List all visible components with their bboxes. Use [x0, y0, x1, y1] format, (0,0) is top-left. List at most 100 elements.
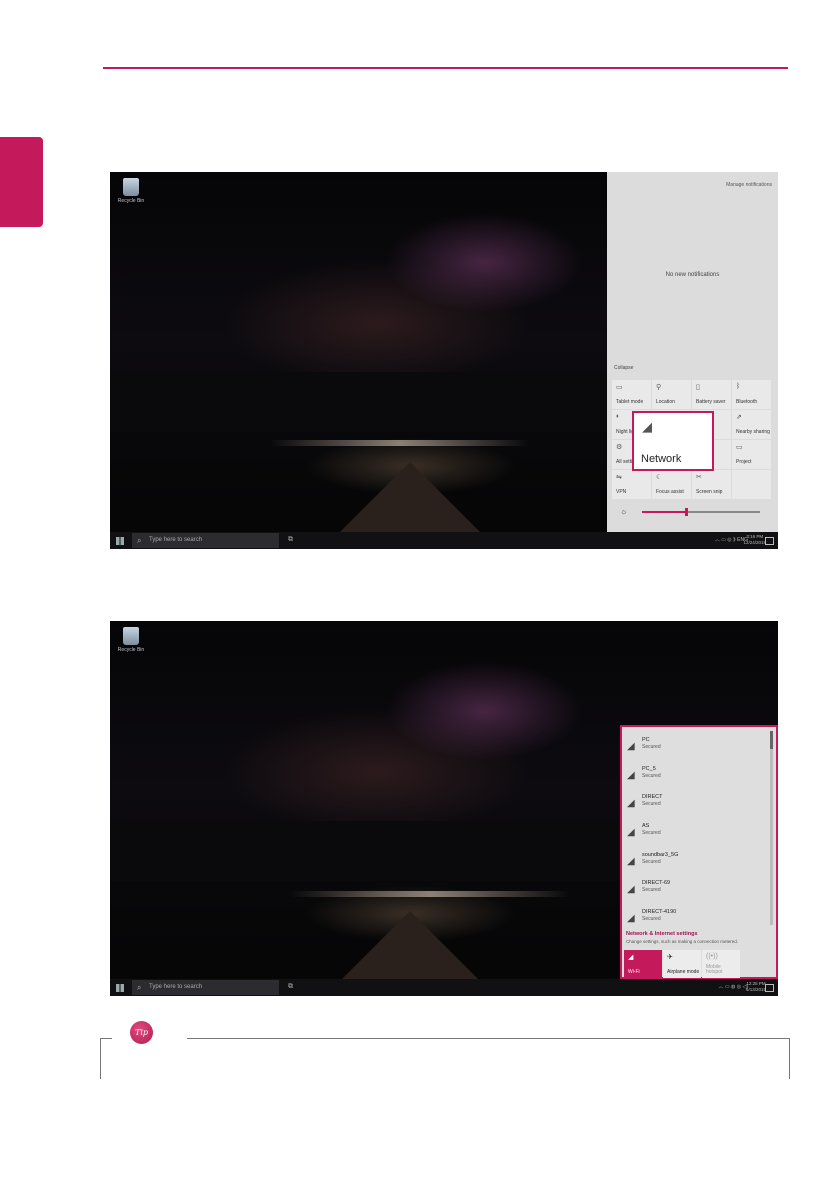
wifi-toggle-label: Wi-Fi: [628, 969, 640, 975]
wifi-signal-icon: ◢: [627, 827, 635, 839]
brightness-fill: [642, 511, 686, 513]
taskbar: ⌕ Type here to search ⧉ ︿ ▭ ◍ ◎ ◁) 12:25…: [110, 979, 778, 996]
network-name: DIRECT-69: [642, 880, 671, 887]
wifi-signal-icon: ◢: [627, 769, 635, 781]
wallpaper-horizon: [290, 891, 570, 897]
quick-action-tile[interactable]: ☾ Focus assist: [652, 470, 691, 499]
taskbar-search-box[interactable]: ⌕ Type here to search: [132, 980, 279, 995]
quick-action-tile-label: VPN: [616, 489, 627, 495]
brightness-slider[interactable]: ☼: [620, 507, 770, 517]
brightness-icon: ☼: [620, 507, 628, 516]
clock-date: 6/13/2019: [745, 987, 766, 992]
network-settings-desc: Change settings, such as making a connec…: [626, 939, 739, 944]
task-view-icon[interactable]: ⧉: [288, 983, 293, 991]
taskbar: ⌕ Type here to search ⧉ ︿ ▭ ◎ ⟫ ENG 3:16…: [110, 532, 778, 549]
network-status: Secured: [642, 801, 661, 808]
quick-action-tile[interactable]: ▭ Tablet mode: [612, 380, 651, 409]
wallpaper-pier: [340, 462, 480, 532]
network-icon: ◢: [642, 419, 652, 434]
brightness-thumb[interactable]: [684, 508, 688, 516]
flyout-scrollbar-thumb[interactable]: [770, 731, 773, 749]
quick-action-tile-label: Nearby sharing: [736, 429, 770, 435]
header-rule: [103, 67, 788, 69]
network-list-item[interactable]: ◢ AS Secured: [622, 817, 766, 846]
tip-badge: Tip: [130, 1021, 153, 1044]
network-tile-highlighted[interactable]: ◢ Network: [632, 411, 714, 471]
network-list-item[interactable]: ◢ soundbar3_5G Secured: [622, 846, 766, 875]
action-center-panel: Manage notifications No new notification…: [607, 172, 778, 532]
quick-action-tile[interactable]: ᛒ Bluetooth: [732, 380, 771, 409]
chapter-side-tab: [0, 137, 43, 227]
location-icon: ⚲: [656, 384, 662, 391]
search-placeholder: Type here to search: [149, 984, 203, 990]
notification-icon[interactable]: [765, 984, 774, 992]
network-list-item[interactable]: ◢ DIRECT-69 Secured: [622, 874, 766, 903]
night-light-icon: ◐: [616, 413, 621, 420]
quick-action-tile-label: Focus assist: [656, 489, 684, 495]
wifi-signal-icon: ◢: [627, 884, 635, 896]
wifi-signal-icon: ◢: [627, 798, 635, 810]
manage-notifications-link[interactable]: Manage notifications: [726, 182, 772, 188]
no-notifications-text: No new notifications: [665, 272, 720, 278]
network-status: Secured: [642, 744, 661, 750]
project-icon: ▭: [736, 444, 743, 451]
gear-icon: ⚙: [616, 444, 623, 451]
taskbar-search-box[interactable]: ⌕ Type here to search: [132, 533, 279, 548]
quick-action-tile[interactable]: ✂ Screen snip: [692, 470, 731, 499]
network-status: Secured: [642, 858, 661, 865]
network-status: Secured: [642, 830, 661, 837]
wifi-flyout: ◢ PC Secured ◢ PC_5 Secured ◢ DIRECT Secured ◢ AS S…: [620, 725, 778, 979]
brightness-track[interactable]: [642, 508, 760, 516]
quick-action-tile-label: Location: [656, 399, 675, 405]
network-name: soundbar3_5G: [642, 851, 679, 858]
quick-action-tile[interactable]: ▯ Battery saver: [692, 380, 731, 409]
network-list-item[interactable]: ◢ DIRECT Secured: [622, 788, 766, 817]
network-status: Secured: [642, 916, 661, 923]
quick-action-tile[interactable]: ▭ Project: [732, 440, 771, 469]
start-icon[interactable]: [116, 537, 124, 545]
system-tray[interactable]: ︿ ▭ ◍ ◎ ◁): [718, 983, 748, 990]
quick-action-tile-label: Tablet mode: [616, 399, 644, 405]
airplane-mode-toggle[interactable]: ✈ Airplane mode: [663, 950, 701, 978]
collapse-link[interactable]: Collapse: [614, 365, 633, 371]
task-view-icon[interactable]: ⧉: [288, 536, 293, 544]
quick-action-tile-label: Bluetooth: [736, 399, 758, 405]
recycle-bin-label: Recycle Bin: [117, 198, 145, 204]
bluetooth-icon: ᛒ: [736, 383, 741, 390]
clock[interactable]: 12:25 PM 6/13/2019: [746, 981, 766, 993]
search-icon: ⌕: [137, 536, 142, 545]
start-icon[interactable]: [116, 984, 124, 992]
quick-action-tile[interactable]: [732, 470, 771, 499]
quick-action-tile[interactable]: ⇗ Nearby sharing: [732, 410, 771, 439]
moon-icon: ☾: [656, 474, 663, 481]
tablet-icon: ▭: [616, 384, 623, 391]
recycle-bin[interactable]: Recycle Bin: [117, 178, 145, 204]
quick-action-tile-label: Screen snip: [696, 489, 723, 495]
notification-icon[interactable]: [765, 537, 774, 545]
quick-action-tile[interactable]: ⇋ VPN: [612, 470, 651, 499]
airplane-icon: ✈: [667, 954, 673, 961]
network-name: AS: [642, 823, 650, 830]
mobile-hotspot-toggle[interactable]: ((•)) Mobile hotspot: [702, 950, 740, 978]
clock[interactable]: 3:16 PM 12/24/2019: [743, 534, 766, 546]
battery-icon: ▯: [696, 384, 700, 391]
search-placeholder: Type here to search: [149, 537, 203, 543]
wallpaper-pier: [340, 911, 480, 981]
quick-action-tile[interactable]: ⚲ Location: [652, 380, 691, 409]
screenshot-wifi-flyout: Recycle Bin ◢ PC Secured ◢ PC_5 Secured ◢ DIREC…: [110, 621, 778, 996]
network-list: ◢ PC Secured ◢ PC_5 Secured ◢ DIRECT Secured ◢ AS S…: [622, 731, 766, 932]
network-tile-label: Network: [641, 453, 682, 465]
network-list-item[interactable]: ◢ PC Secured: [622, 731, 766, 760]
search-icon: ⌕: [137, 983, 142, 992]
quick-action-tile-label: Project: [736, 459, 752, 465]
network-list-item[interactable]: ◢ DIRECT-4190 Secured: [622, 903, 766, 932]
wifi-signal-icon: ◢: [627, 855, 635, 867]
scissors-icon: ✂: [696, 474, 702, 481]
wifi-toggle[interactable]: ◢ Wi-Fi: [624, 950, 662, 978]
network-list-item[interactable]: ◢ PC_5 Secured: [622, 760, 766, 789]
recycle-bin[interactable]: Recycle Bin: [117, 627, 145, 653]
flyout-scrollbar[interactable]: [770, 731, 773, 925]
network-settings-link[interactable]: Network & Internet settings: [626, 931, 698, 937]
mobile-hotspot-label-line2: hotspot: [706, 969, 723, 975]
recycle-bin-icon: [123, 178, 139, 196]
